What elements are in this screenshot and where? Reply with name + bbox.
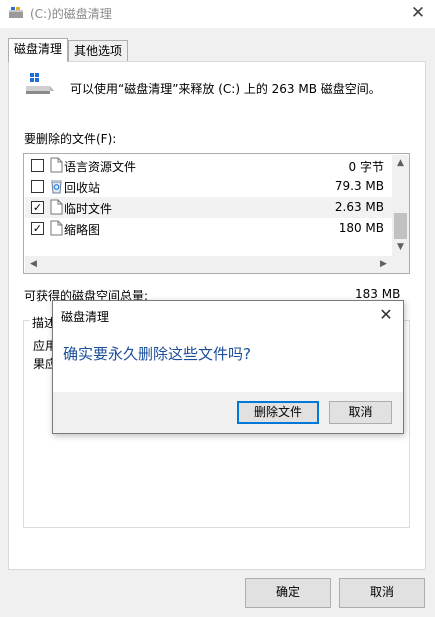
- file-size: 79.3 MB: [334, 179, 384, 193]
- scroll-thumb[interactable]: [394, 213, 407, 239]
- list-item[interactable]: ✓ 临时文件 2.63 MB: [25, 197, 392, 218]
- dialog-message: 确实要永久删除这些文件吗?: [63, 345, 251, 363]
- files-list[interactable]: 语言资源文件 0 字节 回收站 79.3 MB ✓ 临时文件 2.63 MB ✓…: [23, 153, 410, 274]
- list-item[interactable]: ✓ 缩略图 180 MB: [25, 218, 392, 239]
- disk-cleanup-app-icon: [9, 7, 23, 18]
- dialog-close-button[interactable]: ✕: [375, 304, 397, 326]
- tab-more-options[interactable]: 其他选项: [68, 40, 128, 62]
- drive-icon: [26, 73, 54, 94]
- file-name: 临时文件: [64, 202, 113, 216]
- scrollbar-corner: [392, 256, 409, 273]
- list-item[interactable]: 回收站 79.3 MB: [25, 176, 392, 197]
- checkbox-thumbnails[interactable]: ✓: [31, 222, 44, 235]
- dialog-cancel-button[interactable]: 取消: [329, 401, 392, 424]
- summary-text: 可以使用“磁盘清理”来释放 (C:) 上的 263 MB 磁盘空间。: [70, 82, 381, 96]
- checkbox-recycle-bin[interactable]: [31, 180, 44, 193]
- space-total-value: 183 MB: [355, 287, 401, 301]
- vertical-scrollbar[interactable]: ▲ ▼: [392, 155, 409, 256]
- checkbox-language-resources[interactable]: [31, 159, 44, 172]
- dialog-title: 磁盘清理: [61, 310, 110, 324]
- scroll-left-icon[interactable]: ◀: [25, 256, 42, 273]
- dialog-footer: 删除文件 取消: [53, 392, 403, 433]
- file-icon: [50, 157, 63, 173]
- list-item[interactable]: 语言资源文件 0 字节: [25, 155, 392, 176]
- file-name: 缩略图: [64, 223, 101, 237]
- file-name: 回收站: [64, 181, 101, 195]
- files-to-delete-label: 要删除的文件(F):: [24, 132, 117, 146]
- cancel-button[interactable]: 取消: [339, 578, 425, 608]
- scroll-right-icon[interactable]: ▶: [375, 256, 392, 273]
- tab-disk-cleanup[interactable]: 磁盘清理: [8, 38, 68, 62]
- confirm-dialog: 磁盘清理 ✕ 确实要永久删除这些文件吗? 删除文件 取消: [52, 300, 404, 434]
- file-size: 2.63 MB: [334, 200, 384, 214]
- checkbox-temporary-files[interactable]: ✓: [31, 201, 44, 214]
- file-name: 语言资源文件: [64, 160, 137, 174]
- delete-files-button[interactable]: 删除文件: [237, 401, 319, 424]
- file-size: 180 MB: [338, 221, 384, 235]
- window-title: (C:)的磁盘清理: [30, 7, 112, 21]
- scroll-down-icon[interactable]: ▼: [392, 239, 409, 256]
- file-size: 0 字节: [348, 160, 384, 174]
- file-icon: [50, 220, 63, 236]
- horizontal-scrollbar[interactable]: ◀ ▶: [25, 256, 392, 273]
- ok-button[interactable]: 确定: [245, 578, 331, 608]
- scroll-up-icon[interactable]: ▲: [392, 155, 409, 172]
- file-icon: [50, 199, 63, 215]
- recycle-bin-icon: [51, 180, 62, 194]
- window-close-button[interactable]: ✕: [406, 2, 430, 24]
